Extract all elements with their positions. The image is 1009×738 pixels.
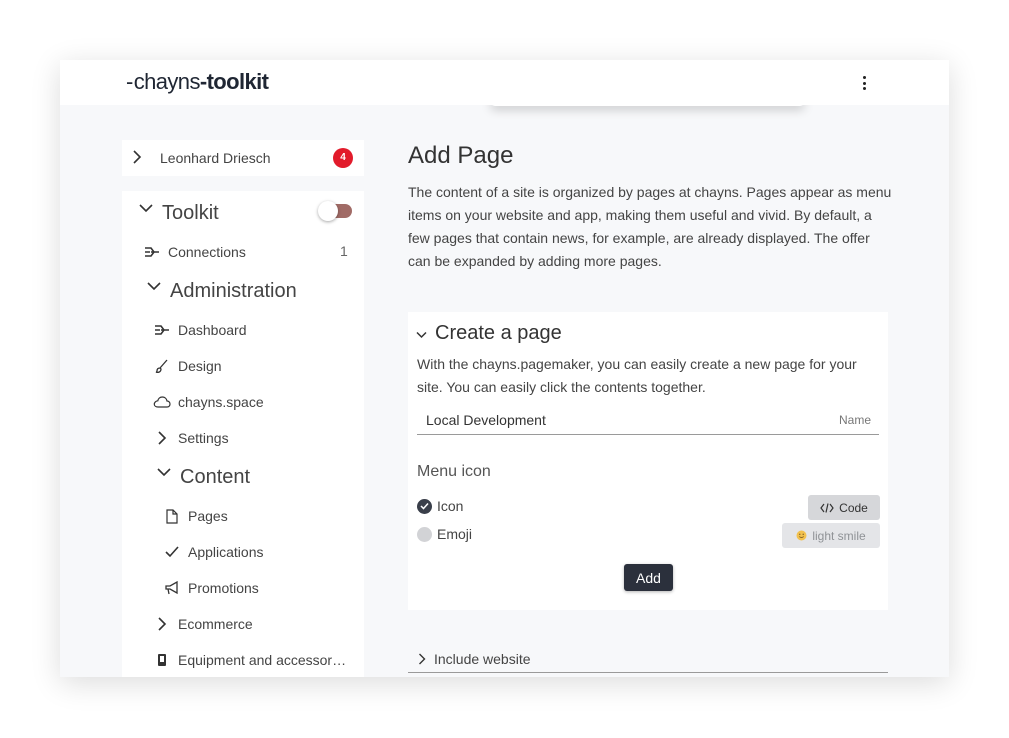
include-website-label: Include website: [434, 651, 531, 667]
page-name-label: Name: [838, 413, 871, 427]
sidebar-item-label: Pages: [188, 508, 228, 524]
sidebar-item-chayns-space[interactable]: chayns.space: [152, 390, 264, 414]
sidebar-item-ecommerce[interactable]: Ecommerce: [152, 612, 253, 636]
brush-icon: [152, 358, 172, 374]
sidebar-item-label: Settings: [178, 430, 229, 446]
menu-icon-label: Menu icon: [417, 463, 491, 480]
create-page-description: With the chayns.pagemaker, you can easil…: [417, 356, 857, 395]
chevron-right-icon: [132, 150, 142, 169]
chevron-down-icon: [144, 281, 164, 291]
check-icon: [162, 546, 182, 558]
sidebar-item-label: Design: [178, 358, 222, 374]
chevron-down-icon: [136, 203, 156, 213]
sidebar-item-administration[interactable]: Administration: [144, 279, 297, 303]
device-icon: [152, 653, 172, 667]
sidebar-item-label: Dashboard: [178, 322, 247, 338]
radio-unchecked-icon: [417, 526, 432, 542]
page-name-input[interactable]: [417, 408, 807, 432]
connection-icon: [142, 245, 162, 259]
add-page-button[interactable]: Add: [624, 564, 673, 591]
chevron-down-icon: [416, 322, 427, 345]
dashboard-icon: [152, 323, 172, 337]
file-icon: [162, 508, 182, 524]
sidebar-item-label: Ecommerce: [178, 616, 253, 632]
page-intro-text: The content of a site is organized by pa…: [408, 184, 892, 269]
megaphone-icon: [162, 581, 182, 595]
code-icon: [820, 502, 834, 513]
chevron-right-icon: [152, 431, 172, 445]
notification-badge: 4: [333, 148, 353, 168]
sidebar-item-label: Content: [180, 465, 251, 488]
app-window: -chayns-toolkit Leonhard Driesch 4 Toolk…: [60, 60, 949, 677]
sidebar-item-label: chayns.space: [178, 394, 264, 410]
radio-emoji-option[interactable]: Emoji: [417, 526, 472, 542]
sidebar-item-pages[interactable]: Pages: [162, 504, 228, 528]
include-website-accordion[interactable]: Include website: [408, 646, 888, 673]
sidebar-item-settings[interactable]: Settings: [152, 426, 229, 450]
smile-emoji-icon: [796, 530, 807, 541]
sidebar-item-label: Connections: [168, 244, 246, 260]
create-page-accordion: Create a page With the chayns.pagemaker,…: [408, 312, 888, 610]
sidebar-item-design[interactable]: Design: [152, 354, 222, 378]
chevron-right-icon: [152, 617, 172, 631]
sidebar-item-dashboard[interactable]: Dashboard: [152, 318, 247, 342]
connections-count: 1: [340, 243, 348, 259]
radio-checked-icon: [417, 498, 432, 514]
more-menu-icon[interactable]: [856, 74, 872, 92]
emoji-button[interactable]: light smile: [782, 523, 880, 548]
sidebar-item-applications[interactable]: Applications: [162, 540, 264, 564]
sidebar-item-label: Applications: [188, 544, 264, 560]
cloud-icon: [152, 395, 172, 409]
radio-emoji-label: Emoji: [437, 526, 473, 542]
chayns-toolkit-logo[interactable]: -chayns-toolkit: [126, 69, 269, 95]
page-title: Add Page: [408, 142, 514, 169]
code-icon-button[interactable]: Code: [808, 495, 880, 520]
sidebar-item-equipment[interactable]: Equipment and accessor…: [152, 648, 346, 672]
chevron-right-icon: [418, 653, 426, 665]
radio-icon-label: Icon: [437, 498, 464, 514]
create-page-title: Create a page: [435, 322, 562, 344]
sidebar-item-label: Equipment and accessor…: [178, 652, 347, 668]
page-name-field: Name: [417, 408, 879, 435]
sidebar-toolkit-label: Toolkit: [162, 201, 219, 224]
toolkit-toggle[interactable]: [318, 201, 352, 221]
user-card[interactable]: Leonhard Driesch 4: [122, 140, 364, 176]
create-page-accordion-header[interactable]: Create a page: [416, 322, 562, 345]
sidebar-item-connections[interactable]: Connections: [142, 240, 246, 264]
sidebar-toolkit-header[interactable]: Toolkit: [136, 201, 219, 225]
user-name: Leonhard Driesch: [160, 150, 271, 166]
sidebar-item-promotions[interactable]: Promotions: [162, 576, 259, 600]
sidebar-item-content[interactable]: Content: [154, 465, 250, 489]
radio-icon-option[interactable]: Icon: [417, 498, 463, 514]
header: -chayns-toolkit: [60, 60, 949, 105]
code-button-label: Code: [839, 500, 868, 515]
sidebar-item-label: Administration: [170, 279, 297, 302]
sidebar-item-label: Promotions: [188, 580, 259, 596]
emoji-button-label: light smile: [812, 528, 866, 543]
chevron-down-icon: [154, 467, 174, 477]
